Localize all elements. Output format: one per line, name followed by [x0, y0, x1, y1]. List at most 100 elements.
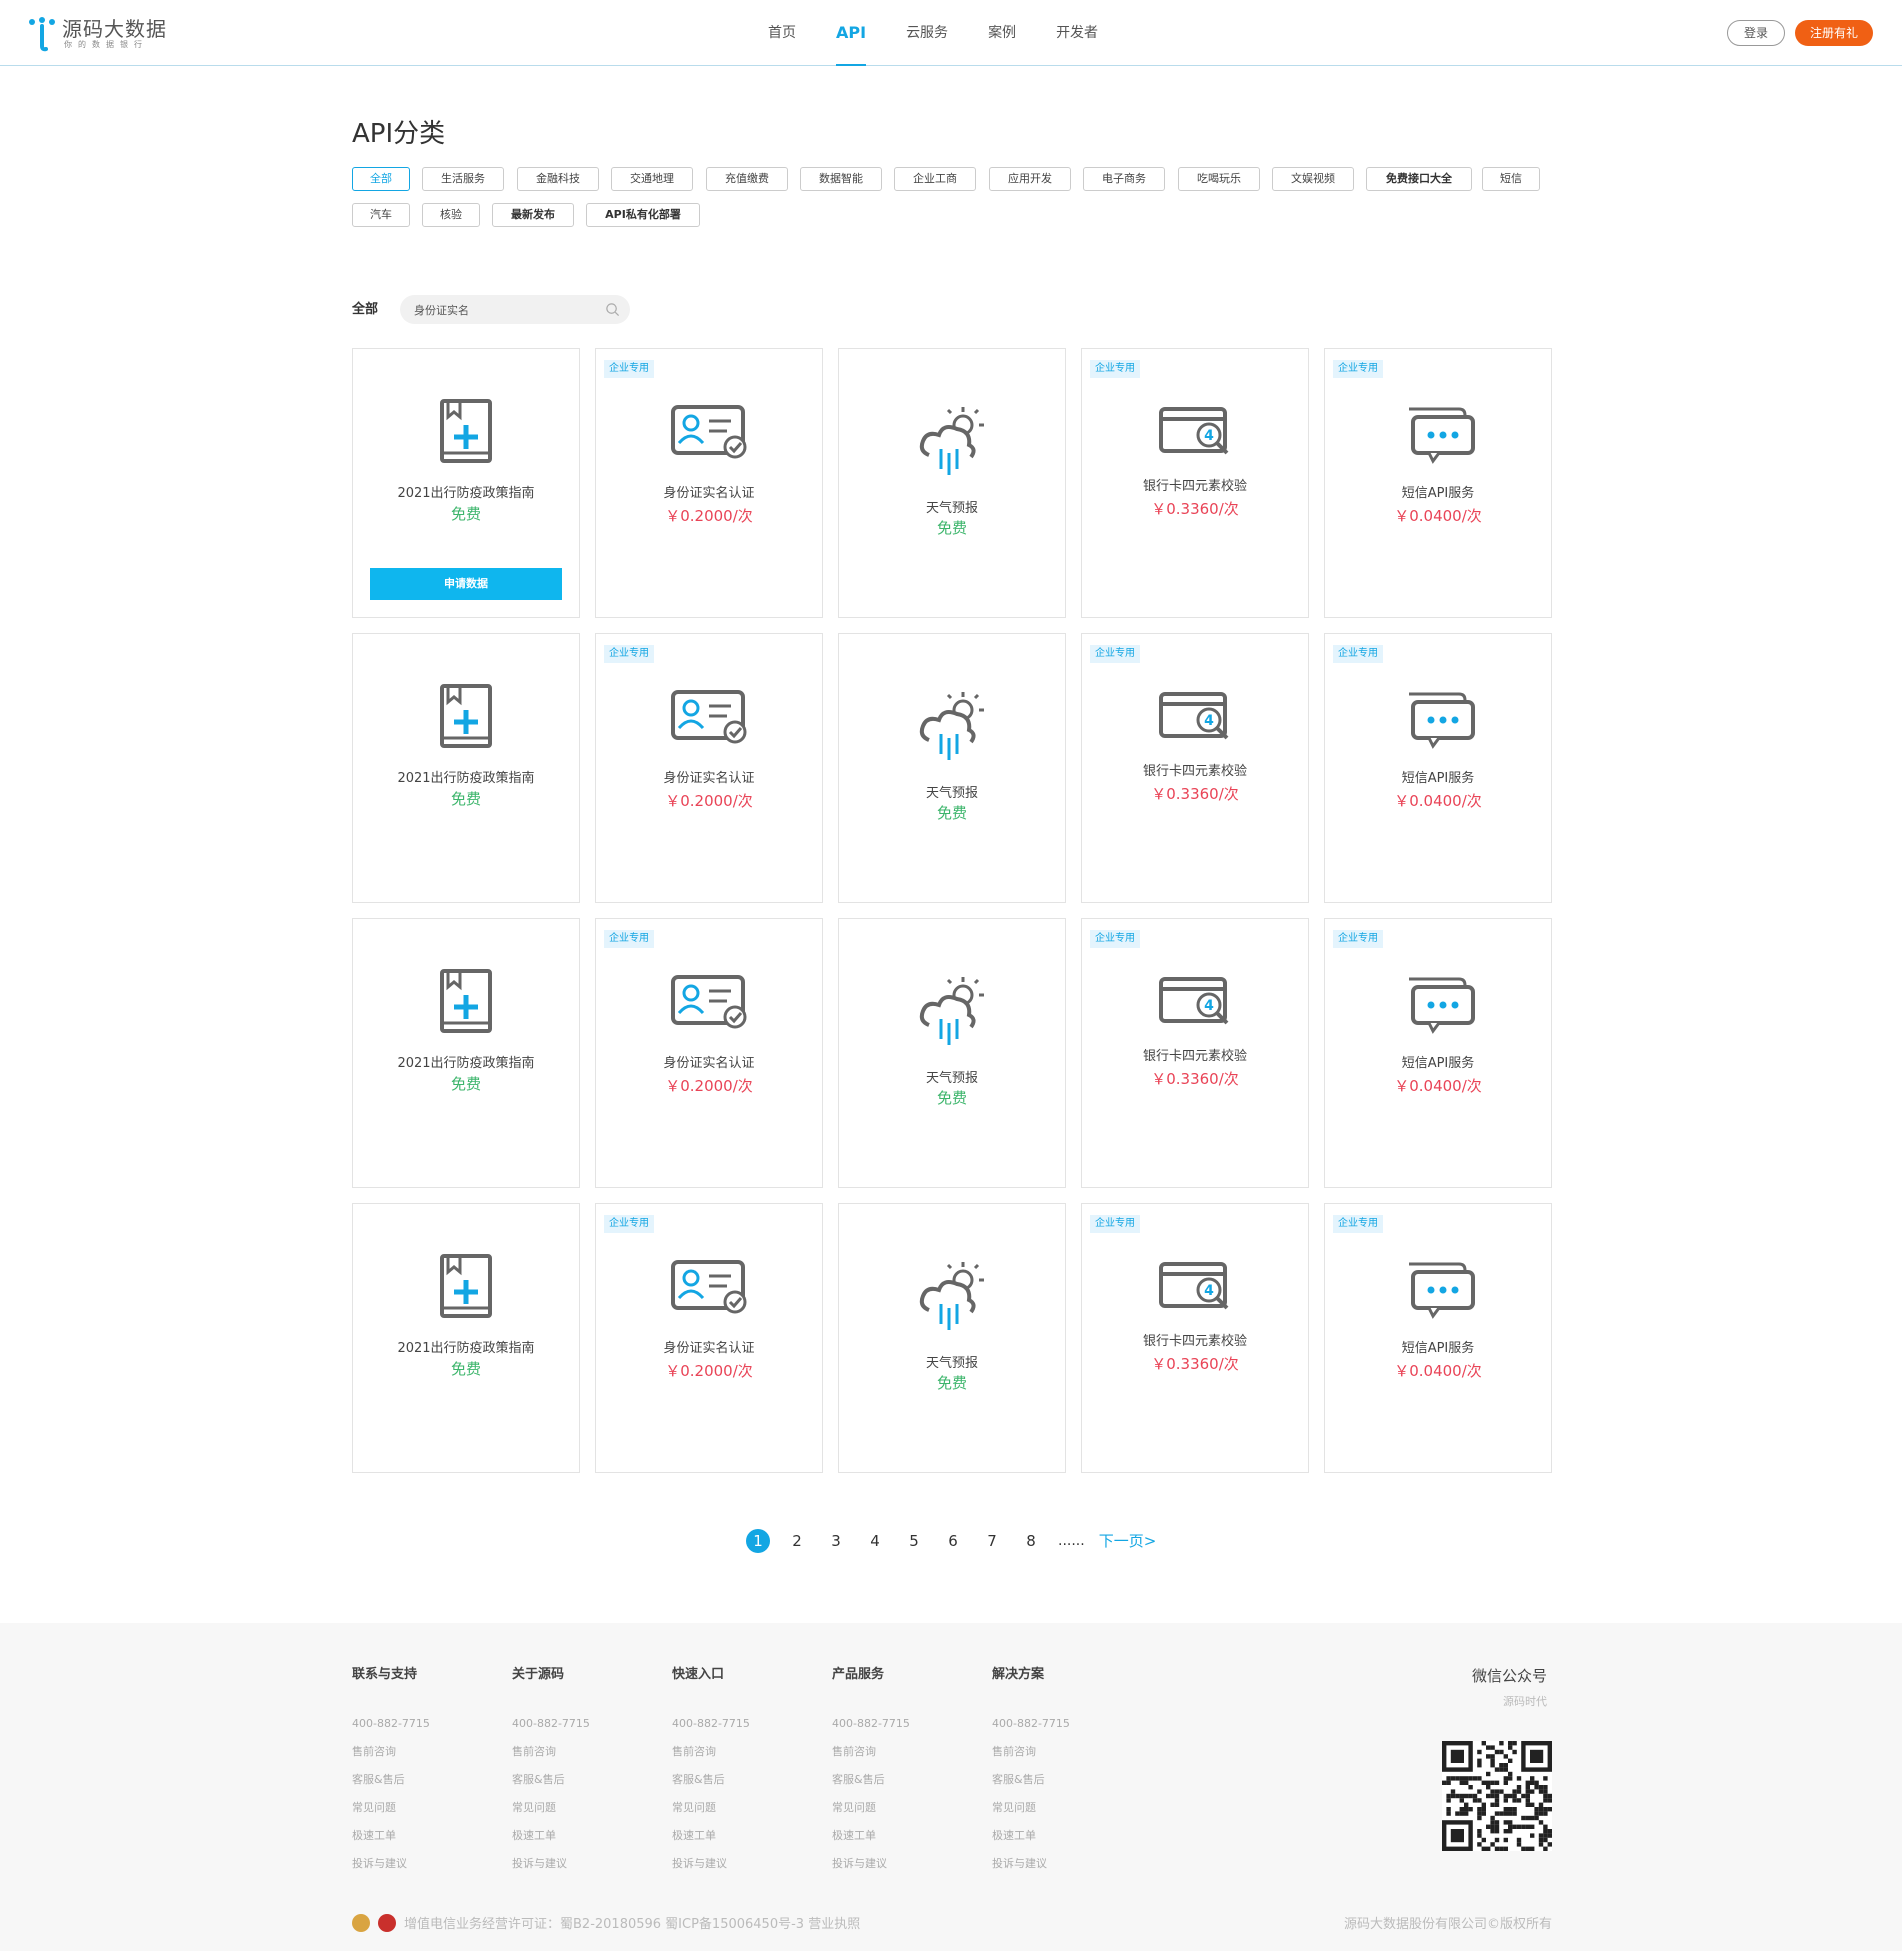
product-card[interactable]: 天气预报 免费 — [838, 348, 1066, 618]
page-number[interactable]: 7 — [980, 1529, 1004, 1553]
enterprise-badge: 企业专用 — [604, 645, 654, 663]
footer-link[interactable]: 售前咨询 — [672, 1738, 822, 1766]
category-tag[interactable]: 充值缴费 — [706, 167, 788, 191]
footer-link[interactable]: 客服&售后 — [672, 1766, 822, 1794]
footer-link[interactable]: 常见问题 — [512, 1794, 662, 1822]
footer-link[interactable]: 投诉与建议 — [672, 1850, 822, 1878]
enterprise-badge: 企业专用 — [1090, 930, 1140, 948]
category-tag[interactable]: 文娱视频 — [1272, 167, 1354, 191]
category-tag[interactable]: 免费接口大全 — [1366, 167, 1472, 191]
footer-link[interactable]: 极速工单 — [992, 1822, 1142, 1850]
footer-link[interactable]: 售前咨询 — [512, 1738, 662, 1766]
footer-link[interactable]: 400-882-7715 — [352, 1710, 502, 1738]
page-ellipsis: ...... — [1058, 1533, 1085, 1549]
footer-link[interactable]: 极速工单 — [512, 1822, 662, 1850]
nav-item[interactable]: 开发者 — [1056, 0, 1098, 66]
category-tag[interactable]: 最新发布 — [492, 203, 574, 227]
category-tag[interactable]: 短信 — [1482, 167, 1540, 191]
product-card[interactable]: 企业专用 4 银行卡四元素校验 ￥0.3360/次 — [1081, 1203, 1309, 1473]
footer-link[interactable]: 400-882-7715 — [992, 1710, 1142, 1738]
category-tag[interactable]: 应用开发 — [989, 167, 1071, 191]
footer-link[interactable]: 400-882-7715 — [672, 1710, 822, 1738]
page-number[interactable]: 4 — [863, 1529, 887, 1553]
next-page-link[interactable]: 下一页> — [1099, 1529, 1157, 1553]
license-text[interactable]: 增值电信业务经营许可证：蜀B2-20180596 蜀ICP备15006450号-… — [404, 1913, 860, 1932]
product-card[interactable]: 2021出行防疫政策指南 免费 — [352, 1203, 580, 1473]
product-card[interactable]: 天气预报 免费 — [838, 1203, 1066, 1473]
page-number[interactable]: 6 — [941, 1529, 965, 1553]
product-card[interactable]: 2021出行防疫政策指南 免费 申请数据 — [352, 348, 580, 618]
product-card[interactable]: 企业专用 身份证实名认证 ￥0.2000/次 — [595, 633, 823, 903]
footer-link[interactable]: 客服&售后 — [992, 1766, 1142, 1794]
apply-data-button[interactable]: 申请数据 — [370, 568, 562, 600]
page-number[interactable]: 1 — [746, 1529, 770, 1553]
product-card[interactable]: 天气预报 免费 — [838, 918, 1066, 1188]
enterprise-badge: 企业专用 — [1333, 360, 1383, 378]
footer-link[interactable]: 极速工单 — [672, 1822, 822, 1850]
product-card[interactable]: 企业专用 短信API服务 ￥0.0400/次 — [1324, 348, 1552, 618]
footer-link[interactable]: 投诉与建议 — [992, 1850, 1142, 1878]
page-number[interactable]: 5 — [902, 1529, 926, 1553]
search-icon[interactable] — [605, 302, 620, 317]
product-card[interactable]: 天气预报 免费 — [838, 633, 1066, 903]
category-tag[interactable]: 电子商务 — [1083, 167, 1165, 191]
category-tag[interactable]: 金融科技 — [517, 167, 599, 191]
site-logo[interactable]: 源码大数据 你的数据银行 — [28, 16, 167, 52]
product-card[interactable]: 企业专用 身份证实名认证 ￥0.2000/次 — [595, 348, 823, 618]
category-tag[interactable]: 交通地理 — [611, 167, 693, 191]
product-name: 天气预报 — [925, 786, 978, 801]
footer-link[interactable]: 售前咨询 — [992, 1738, 1142, 1766]
product-card[interactable]: 企业专用 4 银行卡四元素校验 ￥0.3360/次 — [1081, 918, 1309, 1188]
footer-link[interactable]: 客服&售后 — [832, 1766, 982, 1794]
footer-link[interactable]: 极速工单 — [832, 1822, 982, 1850]
product-price: ￥0.0400/次 — [1394, 1362, 1482, 1380]
footer-link[interactable]: 客服&售后 — [512, 1766, 662, 1794]
page-number[interactable]: 2 — [785, 1529, 809, 1553]
product-card[interactable]: 2021出行防疫政策指南 免费 — [352, 633, 580, 903]
footer-link[interactable]: 客服&售后 — [352, 1766, 502, 1794]
footer-link[interactable]: 投诉与建议 — [832, 1850, 982, 1878]
footer-link[interactable]: 极速工单 — [352, 1822, 502, 1850]
category-tag[interactable]: 企业工商 — [894, 167, 976, 191]
product-card[interactable]: 企业专用 4 银行卡四元素校验 ￥0.3360/次 — [1081, 348, 1309, 618]
product-card[interactable]: 企业专用 短信API服务 ￥0.0400/次 — [1324, 633, 1552, 903]
product-price: ￥0.0400/次 — [1394, 1077, 1482, 1095]
wechat-title: 微信公众号 — [1472, 1667, 1548, 1685]
footer-link[interactable]: 常见问题 — [352, 1794, 502, 1822]
bank-card-verify-icon: 4 — [1157, 405, 1233, 461]
footer-link[interactable]: 常见问题 — [832, 1794, 982, 1822]
search-input[interactable] — [414, 295, 604, 324]
product-card[interactable]: 2021出行防疫政策指南 免费 — [352, 918, 580, 1188]
footer-link[interactable]: 售前咨询 — [832, 1738, 982, 1766]
page-number[interactable]: 8 — [1019, 1529, 1043, 1553]
product-card[interactable]: 企业专用 短信API服务 ￥0.0400/次 — [1324, 1203, 1552, 1473]
footer-link[interactable]: 400-882-7715 — [512, 1710, 662, 1738]
product-card[interactable]: 企业专用 4 银行卡四元素校验 ￥0.3360/次 — [1081, 633, 1309, 903]
category-tag[interactable]: 吃喝玩乐 — [1178, 167, 1260, 191]
footer-link[interactable]: 400-882-7715 — [832, 1710, 982, 1738]
footer-column: 解决方案 400-882-7715 售前咨询 客服&售后 常见问题 极速工单 投诉与建议 — [992, 1663, 1142, 1878]
nav-item[interactable]: 云服务 — [906, 0, 948, 66]
category-tag[interactable]: 核验 — [422, 203, 480, 227]
page-number[interactable]: 3 — [824, 1529, 848, 1553]
category-tag[interactable]: 汽车 — [352, 203, 410, 227]
register-button[interactable]: 注册有礼 — [1795, 20, 1873, 46]
copyright: 源码大数据股份有限公司©版权所有 — [1343, 1917, 1552, 1932]
product-name: 2021出行防疫政策指南 — [397, 1056, 535, 1071]
product-card[interactable]: 企业专用 短信API服务 ￥0.0400/次 — [1324, 918, 1552, 1188]
category-tag[interactable]: 生活服务 — [422, 167, 504, 191]
category-tag[interactable]: 数据智能 — [800, 167, 882, 191]
footer-link[interactable]: 投诉与建议 — [352, 1850, 502, 1878]
nav-item[interactable]: 首页 — [768, 0, 796, 66]
footer-link[interactable]: 常见问题 — [992, 1794, 1142, 1822]
category-tag[interactable]: API私有化部署 — [586, 203, 700, 227]
footer-link[interactable]: 常见问题 — [672, 1794, 822, 1822]
category-tag[interactable]: 全部 — [352, 167, 410, 191]
footer-link[interactable]: 投诉与建议 — [512, 1850, 662, 1878]
footer-link[interactable]: 售前咨询 — [352, 1738, 502, 1766]
nav-item[interactable]: 案例 — [988, 0, 1016, 66]
product-card[interactable]: 企业专用 身份证实名认证 ￥0.2000/次 — [595, 1203, 823, 1473]
login-button[interactable]: 登录 — [1727, 20, 1785, 46]
nav-item[interactable]: API — [836, 0, 867, 66]
product-card[interactable]: 企业专用 身份证实名认证 ￥0.2000/次 — [595, 918, 823, 1188]
